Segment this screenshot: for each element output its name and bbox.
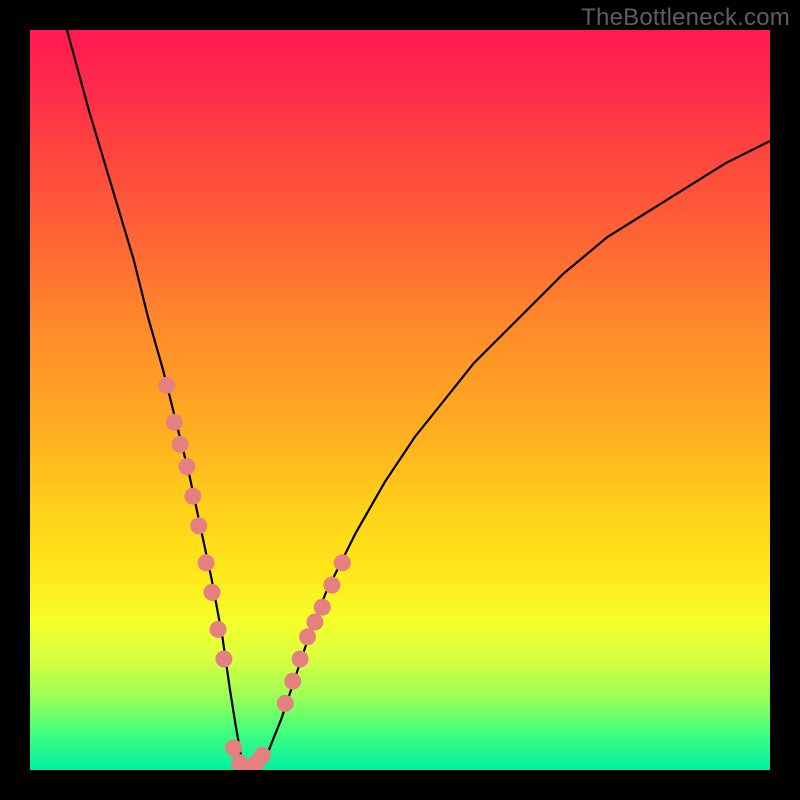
- data-point: [225, 739, 242, 756]
- data-point: [210, 621, 227, 638]
- data-markers: [158, 377, 350, 770]
- data-point: [314, 599, 331, 616]
- bottleneck-curve: [67, 30, 770, 770]
- chart-frame: TheBottleneck.com: [0, 0, 800, 800]
- plot-area: [30, 30, 770, 770]
- data-point: [215, 651, 232, 668]
- watermark-text: TheBottleneck.com: [581, 4, 790, 32]
- chart-svg: [30, 30, 770, 770]
- data-point: [306, 614, 323, 631]
- data-point: [198, 554, 215, 571]
- data-point: [292, 651, 309, 668]
- data-point: [172, 436, 189, 453]
- data-point: [166, 414, 183, 431]
- data-point: [254, 747, 271, 764]
- data-point: [178, 458, 195, 475]
- data-point: [204, 584, 221, 601]
- data-point: [190, 517, 207, 534]
- data-point: [158, 377, 175, 394]
- data-point: [334, 554, 351, 571]
- data-point: [277, 695, 294, 712]
- data-point: [299, 628, 316, 645]
- data-point: [284, 673, 301, 690]
- data-point: [323, 577, 340, 594]
- data-point: [184, 488, 201, 505]
